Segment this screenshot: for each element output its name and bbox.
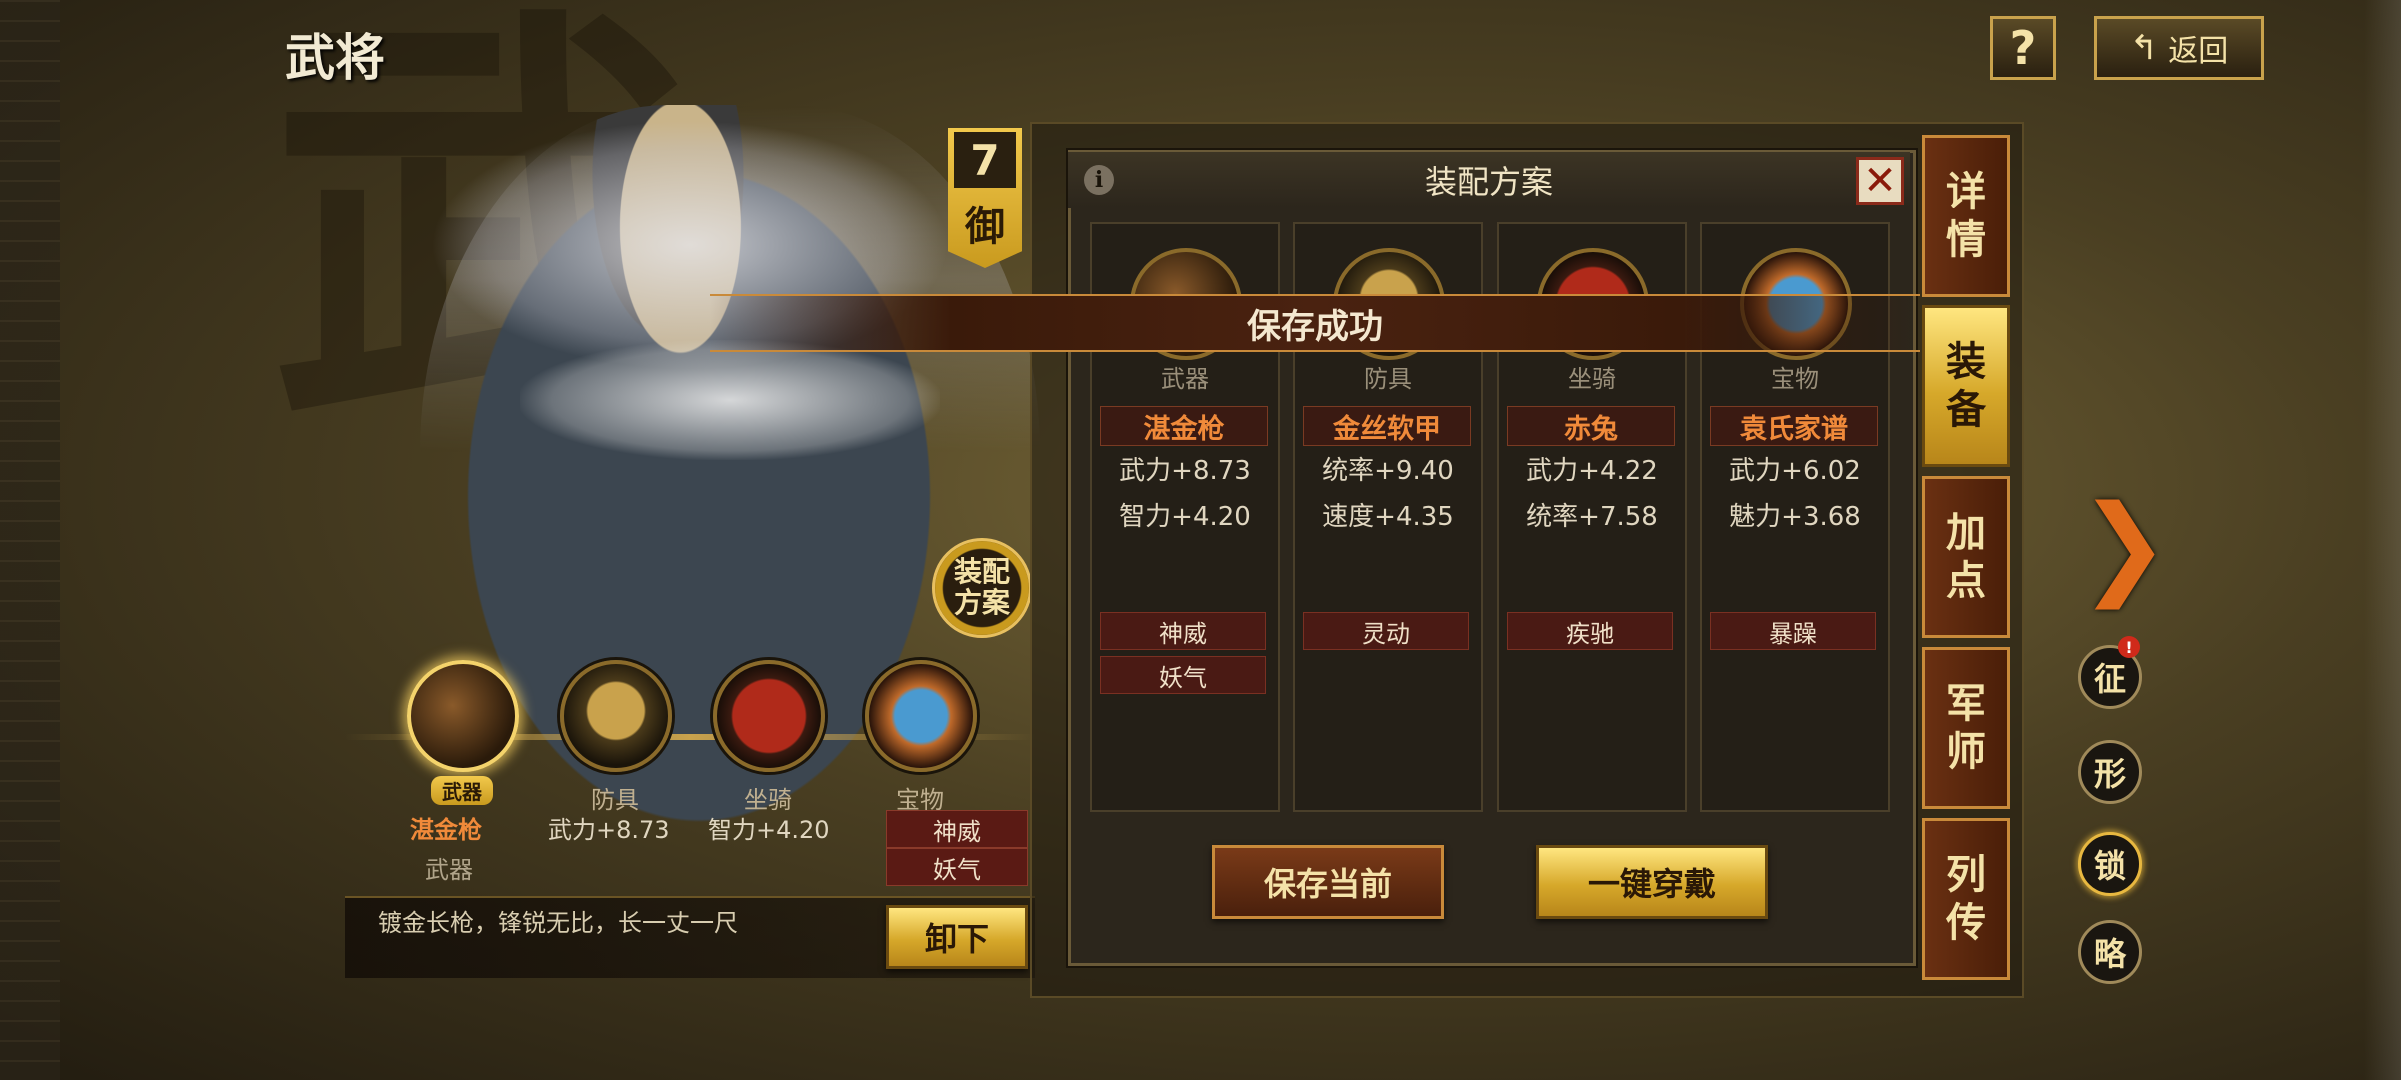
right-edge-shade	[2364, 0, 2401, 1080]
round-button-strategy[interactable]: 略	[2078, 920, 2142, 984]
hero-fur-collar-illustration	[520, 340, 940, 460]
tab-label: 军师	[1946, 681, 1986, 775]
equipment-name: 湛金枪	[1100, 406, 1268, 446]
tab-strategist[interactable]: 军师	[1922, 647, 2010, 809]
slot-label: 宝物	[1771, 365, 1819, 393]
equipment-description: 镀金长枪，锋锐无比，长一丈一尺	[378, 909, 738, 937]
unequip-button[interactable]: 卸下	[886, 905, 1028, 969]
selected-equipment-stat-2: 智力+4.20	[708, 816, 830, 844]
selected-equipment-name: 湛金枪	[410, 816, 482, 844]
left-border-decoration	[0, 0, 60, 1080]
equipment-skill: 灵动	[1303, 612, 1469, 650]
next-hero-chevron-icon[interactable]: ❯	[2078, 490, 2170, 600]
save-current-button[interactable]: 保存当前	[1212, 845, 1444, 919]
equipment-name: 袁氏家谱	[1710, 406, 1878, 446]
treasure-icon	[865, 660, 977, 772]
hero-level: 7	[954, 132, 1016, 188]
equipment-stat: 速度+4.35	[1322, 502, 1454, 532]
round-button-appearance[interactable]: 形	[2078, 740, 2142, 804]
equipment-skill: 暴躁	[1710, 612, 1876, 650]
selected-skill-tag: 神威	[886, 810, 1028, 848]
slot-label: 防具	[1364, 365, 1412, 393]
loadout-plan-button[interactable]: 装配方案	[932, 538, 1032, 638]
equipment-stat: 统率+9.40	[1322, 456, 1454, 486]
mount-icon	[713, 660, 825, 772]
equipment-stat: 魅力+3.68	[1729, 502, 1861, 532]
close-dialog-button[interactable]: ✕	[1856, 157, 1904, 205]
loadout-plan-label: 装配方案	[953, 555, 1010, 619]
tab-label: 详情	[1946, 169, 1986, 263]
equipment-skill: 神威	[1100, 612, 1266, 650]
return-arrow-icon: ↰	[2129, 28, 2159, 68]
back-button-label: 返回	[2168, 34, 2229, 69]
equipment-stat: 统率+7.58	[1526, 502, 1658, 532]
equipment-stat: 智力+4.20	[1119, 502, 1251, 532]
tab-label: 加点	[1946, 510, 1986, 604]
slot-label: 坐骑	[1568, 365, 1616, 393]
tab-add-points[interactable]: 加点	[1922, 476, 2010, 638]
equip-all-button[interactable]: 一键穿戴	[1536, 845, 1768, 919]
equip-slot-armor[interactable]: 防具	[560, 660, 672, 815]
hero-level-badge: 7 御	[948, 128, 1022, 268]
help-button[interactable]: ?	[1990, 16, 2056, 80]
equipment-stat: 武力+4.22	[1526, 456, 1658, 486]
tab-label: 装备	[1946, 339, 1986, 433]
tab-details[interactable]: 详情	[1922, 135, 2010, 297]
page-title: 武将	[285, 29, 385, 87]
equipment-name: 赤兔	[1507, 406, 1675, 446]
tab-biography[interactable]: 列传	[1922, 818, 2010, 980]
equip-slot-mount[interactable]: 坐骑	[713, 660, 825, 815]
weapon-icon	[407, 660, 519, 772]
alert-badge: !	[2118, 636, 2140, 658]
equip-slot-label: 武器	[431, 776, 493, 805]
tab-equipment[interactable]: 装备	[1922, 305, 2010, 467]
back-button[interactable]: ↰ 返回	[2094, 16, 2264, 80]
equipment-name: 金丝软甲	[1303, 406, 1471, 446]
info-icon[interactable]: i	[1084, 165, 1114, 195]
equipment-skill: 妖气	[1100, 656, 1266, 694]
selected-equipment-stat-1: 武力+8.73	[548, 816, 670, 844]
selected-skill-tag: 妖气	[886, 848, 1028, 886]
dialog-title: 装配方案	[1068, 152, 1910, 208]
round-button-lock[interactable]: 锁	[2078, 832, 2142, 896]
equip-slot-treasure[interactable]: 宝物	[865, 660, 977, 815]
hero-class: 御	[965, 204, 1005, 250]
close-icon: ✕	[1863, 158, 1897, 204]
equip-slot-weapon[interactable]: 武器	[407, 660, 519, 805]
armor-icon	[560, 660, 672, 772]
equipment-stat: 武力+8.73	[1119, 456, 1251, 486]
save-success-toast: 保存成功	[710, 294, 1920, 352]
slot-label: 武器	[1161, 365, 1209, 393]
equipment-stat: 武力+6.02	[1729, 456, 1861, 486]
selected-equipment-type: 武器	[425, 856, 473, 884]
tab-label: 列传	[1946, 852, 1986, 946]
equipment-skill: 疾驰	[1507, 612, 1673, 650]
